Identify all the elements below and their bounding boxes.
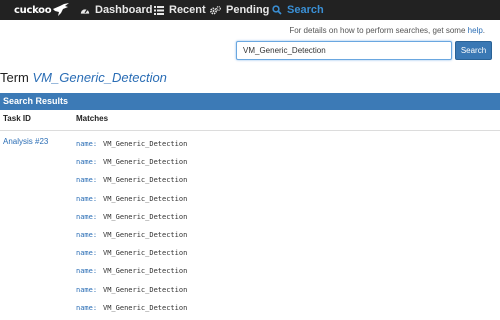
match-value: VM_Generic_Detection xyxy=(103,140,188,148)
match-item: name: VM_Generic_Detection xyxy=(76,158,187,176)
help-suffix: . xyxy=(482,26,485,35)
match-key: name: xyxy=(76,285,98,294)
match-item: name: VM_Generic_Detection xyxy=(76,140,187,158)
nav-recent-label: Recent xyxy=(169,4,206,16)
nav-search-label: Search xyxy=(287,4,324,16)
help-link[interactable]: help xyxy=(468,26,483,35)
brand-name: cuckoo xyxy=(14,4,52,16)
match-item: name: VM_Generic_Detection xyxy=(76,213,187,231)
match-item: name: VM_Generic_Detection xyxy=(76,176,187,194)
term-label: Term xyxy=(0,70,29,85)
navbar: cuckoo Dashboard Recent Pending Search xyxy=(0,0,500,20)
match-key: name: xyxy=(76,194,98,203)
table-divider xyxy=(0,130,500,131)
nav-recent[interactable]: Recent xyxy=(154,0,206,20)
search-results-header: Search Results xyxy=(0,93,500,110)
cuckoo-logo[interactable]: cuckoo xyxy=(14,1,70,19)
help-prefix: For details on how to perform searches, … xyxy=(289,26,468,35)
dashboard-icon xyxy=(80,8,90,14)
match-key: name: xyxy=(76,140,98,148)
match-key: name: xyxy=(76,230,98,239)
term-value: VM_Generic_Detection xyxy=(32,70,167,85)
match-key: name: xyxy=(76,249,98,258)
page-title: Term VM_Generic_Detection xyxy=(0,70,167,85)
match-value: VM_Generic_Detection xyxy=(103,230,188,239)
match-item: name: VM_Generic_Detection xyxy=(76,267,187,285)
match-item: name: VM_Generic_Detection xyxy=(76,286,187,304)
match-value: VM_Generic_Detection xyxy=(103,303,188,312)
match-key: name: xyxy=(76,158,98,167)
match-value: VM_Generic_Detection xyxy=(103,212,188,221)
column-header-task-id: Task ID xyxy=(3,114,31,123)
match-value: VM_Generic_Detection xyxy=(103,267,188,276)
search-icon xyxy=(272,5,282,15)
match-list: name: VM_Generic_Detection name: VM_Generic… xyxy=(76,140,187,320)
match-key: name: xyxy=(76,267,98,276)
match-value: VM_Generic_Detection xyxy=(103,158,188,167)
nav-search[interactable]: Search xyxy=(272,0,324,20)
search-button[interactable]: Search xyxy=(455,41,492,60)
match-value: VM_Generic_Detection xyxy=(103,176,188,185)
match-value: VM_Generic_Detection xyxy=(103,194,188,203)
match-item: name: VM_Generic_Detection xyxy=(76,195,187,213)
column-header-matches: Matches xyxy=(76,114,109,123)
match-value: VM_Generic_Detection xyxy=(103,249,188,258)
analysis-link[interactable]: Analysis #23 xyxy=(3,137,48,146)
nav-pending-label: Pending xyxy=(226,4,270,16)
match-item: name: VM_Generic_Detection xyxy=(76,231,187,249)
match-key: name: xyxy=(76,176,98,185)
match-value: VM_Generic_Detection xyxy=(103,285,188,294)
gears-icon xyxy=(210,5,221,14)
nav-pending[interactable]: Pending xyxy=(210,0,269,20)
cuckoo-bird-icon xyxy=(53,3,70,16)
nav-dashboard-label: Dashboard xyxy=(95,4,153,16)
nav-dashboard[interactable]: Dashboard xyxy=(80,0,152,20)
match-item: name: VM_Generic_Detection xyxy=(76,249,187,267)
match-key: name: xyxy=(76,212,98,221)
search-help-text: For details on how to perform searches, … xyxy=(289,26,485,35)
search-input[interactable] xyxy=(236,41,452,60)
list-icon xyxy=(154,5,164,15)
match-item: name: VM_Generic_Detection xyxy=(76,304,187,320)
match-key: name: xyxy=(76,303,98,312)
